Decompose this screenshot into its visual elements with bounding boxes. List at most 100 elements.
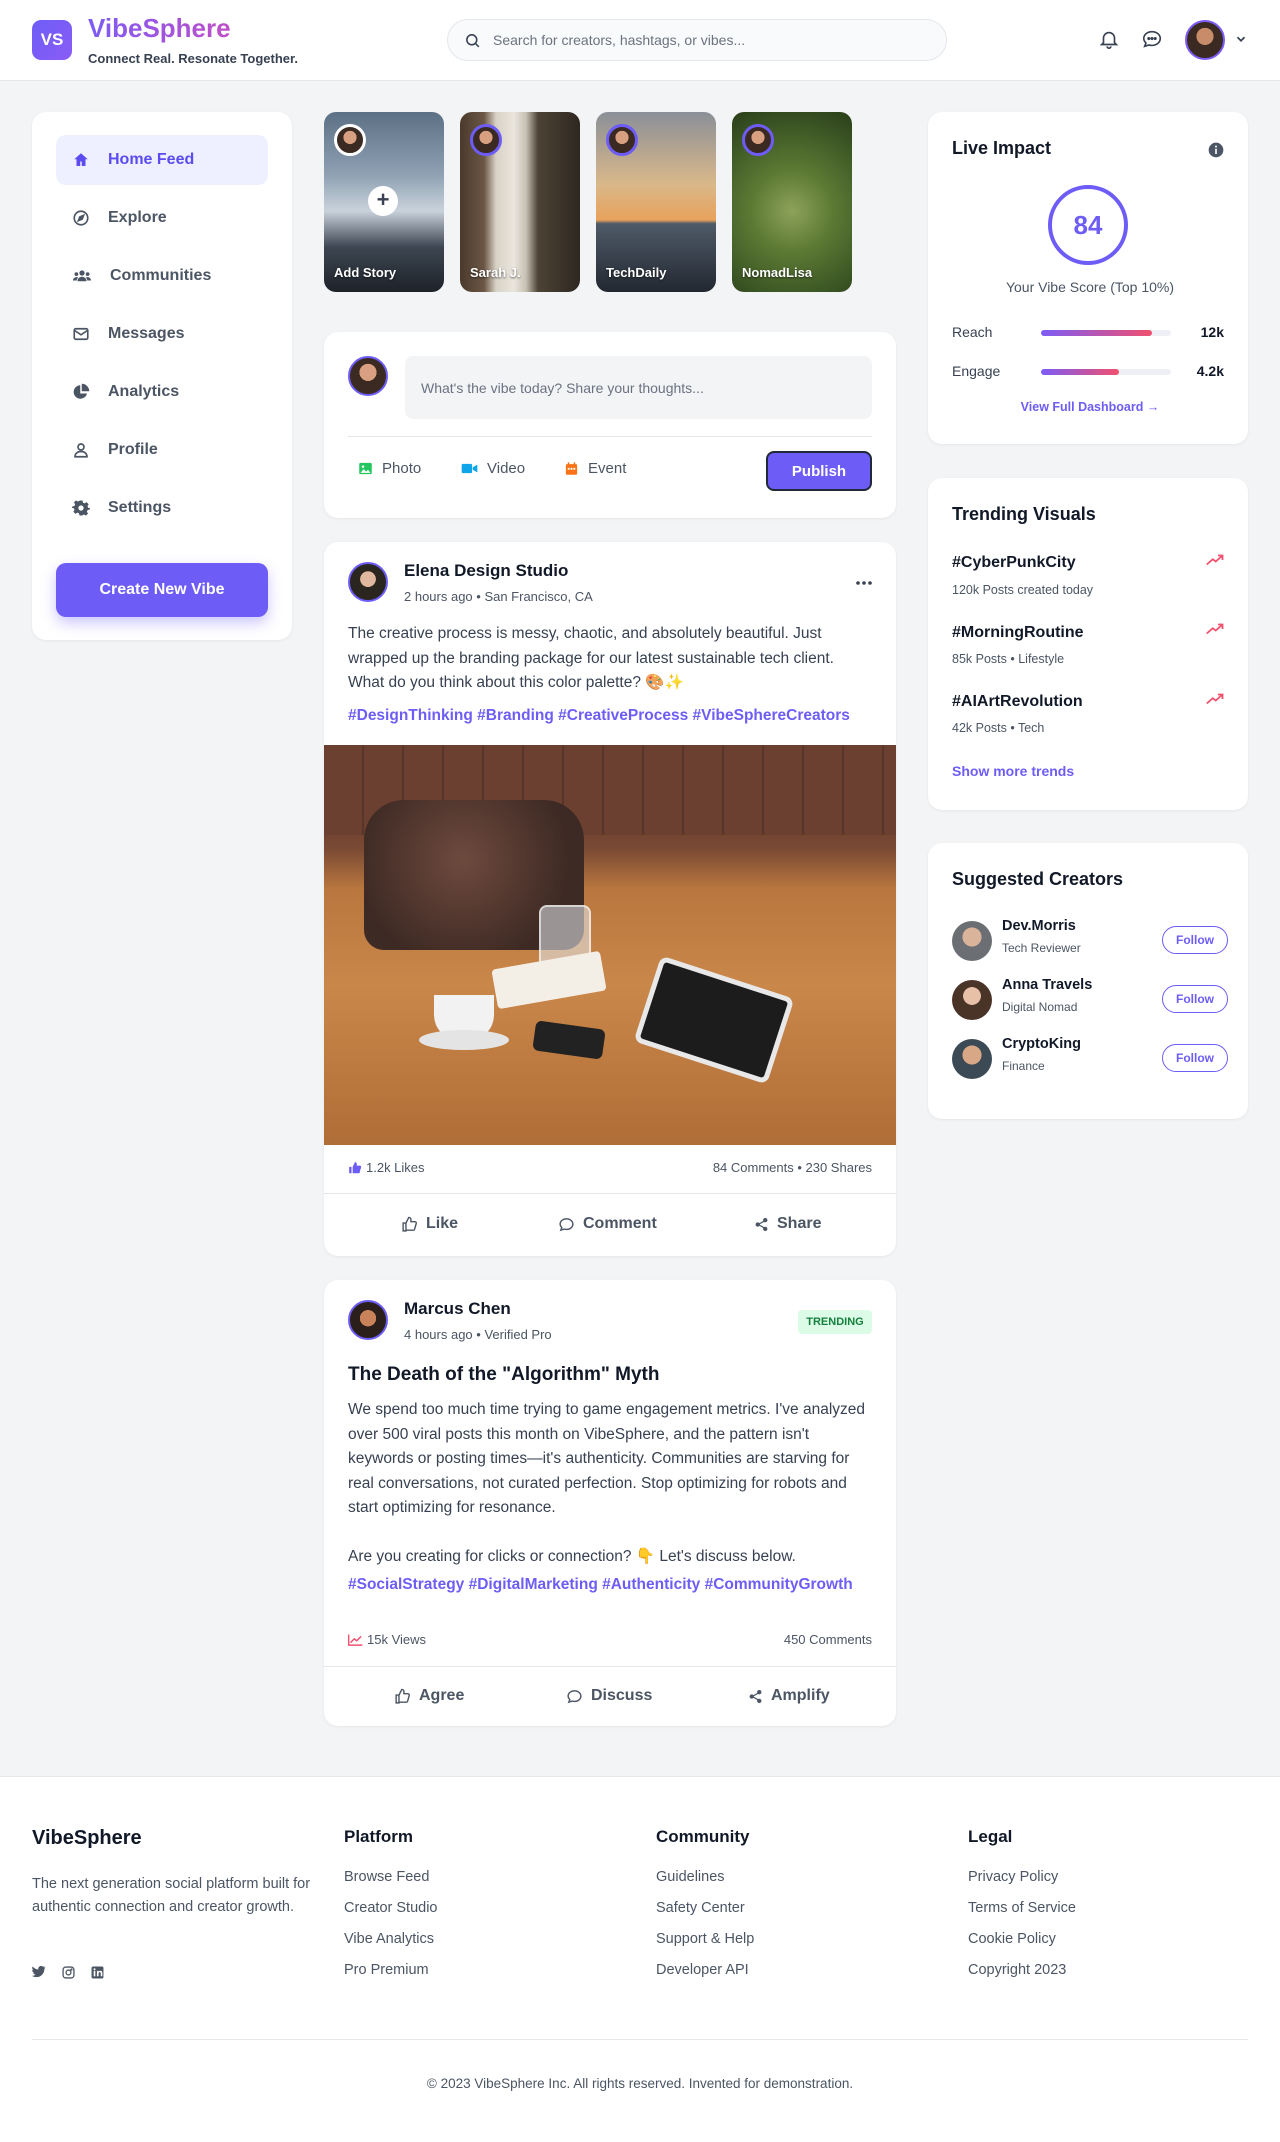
logo-badge[interactable]: VS	[32, 20, 72, 60]
post-image[interactable]	[324, 745, 896, 1145]
trending-card: Trending Visuals #CyberPunkCity 120k Pos…	[928, 478, 1248, 810]
footer-link[interactable]: Support & Help	[656, 1931, 754, 1947]
footer-link[interactable]: Safety Center	[656, 1900, 745, 1916]
post-card: Elena Design Studio 2 hours ago • San Fr…	[324, 542, 896, 1256]
story-add[interactable]: + Add Story	[324, 112, 444, 292]
share-button[interactable]: Share	[754, 1215, 821, 1233]
divider	[324, 1666, 896, 1667]
creator-role: Digital Nomad	[1002, 1000, 1078, 1014]
composer-input[interactable]	[405, 356, 872, 419]
author-name[interactable]: Marcus Chen	[404, 1299, 511, 1319]
show-more-trends-link[interactable]: Show more trends	[952, 763, 1074, 779]
footer-description: The next generation social platform buil…	[32, 1876, 311, 1915]
twitter-icon[interactable]	[32, 1966, 46, 1978]
follow-button[interactable]: Follow	[1162, 985, 1228, 1013]
story-avatar	[334, 124, 366, 156]
trending-up-icon	[1206, 554, 1224, 566]
photo-button[interactable]: Photo	[358, 460, 421, 477]
site-footer: VibeSphere The next generation social pl…	[0, 1776, 1280, 2142]
author-avatar[interactable]	[348, 562, 388, 602]
likes-count[interactable]: 1.2k Likes	[348, 1160, 425, 1175]
brand-name[interactable]: VibeSphere	[88, 13, 231, 44]
view-dashboard-link[interactable]: View Full Dashboard →	[928, 400, 1252, 414]
footer-link[interactable]: Guidelines	[656, 1869, 725, 1885]
divider	[324, 1193, 896, 1194]
left-sidebar: Home Feed Explore Communities Messages A…	[32, 112, 292, 640]
footer-link[interactable]: Browse Feed	[344, 1869, 429, 1885]
agree-button[interactable]: Agree	[394, 1687, 464, 1705]
like-button[interactable]: Like	[401, 1215, 458, 1233]
plus-icon[interactable]: +	[368, 186, 398, 216]
creator-name[interactable]: Dev.Morris	[1002, 918, 1076, 934]
trending-up-icon	[1206, 623, 1224, 635]
instagram-icon[interactable]	[62, 1966, 75, 1979]
search-bar[interactable]	[447, 19, 947, 61]
creator-name[interactable]: Anna Travels	[1002, 977, 1092, 993]
info-icon[interactable]	[1208, 142, 1224, 158]
follow-button[interactable]: Follow	[1162, 1044, 1228, 1072]
post-hashtags[interactable]: #DesignThinking #Branding #CreativeProce…	[348, 707, 850, 725]
search-input[interactable]	[493, 32, 913, 48]
discuss-button[interactable]: Discuss	[566, 1687, 652, 1705]
bell-icon[interactable]	[1098, 28, 1120, 50]
footer-col-title: Legal	[968, 1827, 1013, 1846]
share-icon	[749, 1689, 762, 1703]
amplify-button[interactable]: Amplify	[748, 1687, 830, 1705]
creator-avatar[interactable]	[952, 980, 992, 1020]
footer-link[interactable]: Vibe Analytics	[344, 1931, 434, 1947]
footer-link[interactable]: Cookie Policy	[968, 1931, 1056, 1947]
footer-link[interactable]: Privacy Policy	[968, 1869, 1058, 1885]
footer-link[interactable]: Creator Studio	[344, 1900, 438, 1916]
chevron-down-icon[interactable]	[1234, 32, 1248, 46]
search-icon	[466, 33, 480, 47]
creator-avatar[interactable]	[952, 921, 992, 961]
comments-shares-count[interactable]: 84 Comments • 230 Shares	[713, 1160, 872, 1175]
author-avatar[interactable]	[348, 1300, 388, 1340]
author-name[interactable]: Elena Design Studio	[404, 561, 568, 581]
post-hashtags[interactable]: #SocialStrategy #DigitalMarketing #Authe…	[348, 1576, 853, 1594]
comment-button[interactable]: Comment	[558, 1215, 657, 1233]
divider	[348, 436, 872, 437]
user-avatar[interactable]	[1185, 20, 1225, 60]
nav-settings[interactable]: Settings	[56, 483, 268, 533]
linkedin-icon[interactable]	[91, 1966, 104, 1979]
footer-brand[interactable]: VibeSphere	[32, 1827, 142, 1850]
story-nomadlisa[interactable]: NomadLisa	[732, 112, 852, 292]
more-options-icon[interactable]	[856, 580, 872, 586]
video-button[interactable]: Video	[461, 460, 525, 477]
vibe-score: 84	[1048, 185, 1128, 265]
users-icon	[73, 270, 91, 282]
footer-link[interactable]: Copyright 2023	[968, 1962, 1066, 1978]
divider	[32, 2039, 1248, 2040]
nav-explore[interactable]: Explore	[56, 193, 268, 243]
footer-col-title: Platform	[344, 1827, 413, 1846]
brand-tagline: Connect Real. Resonate Together.	[88, 51, 298, 66]
calendar-icon	[565, 462, 578, 475]
nav-home-feed[interactable]: Home Feed	[56, 135, 268, 185]
nav-communities[interactable]: Communities	[56, 251, 268, 301]
footer-link[interactable]: Terms of Service	[968, 1900, 1076, 1916]
gear-icon	[72, 500, 90, 516]
footer-link[interactable]: Pro Premium	[344, 1962, 429, 1978]
story-sarah[interactable]: Sarah J.	[460, 112, 580, 292]
footer-link[interactable]: Developer API	[656, 1962, 749, 1978]
comment-icon	[559, 1217, 574, 1231]
chat-icon[interactable]	[1141, 28, 1163, 50]
story-techdaily[interactable]: TechDaily	[596, 112, 716, 292]
metric-label: Engage	[952, 363, 1001, 379]
creator-avatar[interactable]	[952, 1039, 992, 1079]
composer-card: Photo Video Event Publish	[324, 332, 896, 518]
nav-messages[interactable]: Messages	[56, 309, 268, 359]
trending-badge: TRENDING	[798, 1310, 872, 1334]
follow-button[interactable]: Follow	[1162, 926, 1228, 954]
video-icon	[461, 463, 478, 474]
thumbs-up-icon	[402, 1216, 417, 1232]
comments-count[interactable]: 450 Comments	[784, 1632, 872, 1647]
event-button[interactable]: Event	[564, 460, 626, 477]
create-vibe-button[interactable]: Create New Vibe	[56, 563, 268, 617]
nav-profile[interactable]: Profile	[56, 425, 268, 475]
thumbs-up-icon	[395, 1688, 410, 1704]
creator-name[interactable]: CryptoKing	[1002, 1036, 1081, 1052]
nav-analytics[interactable]: Analytics	[56, 367, 268, 417]
publish-button[interactable]: Publish	[766, 451, 872, 491]
